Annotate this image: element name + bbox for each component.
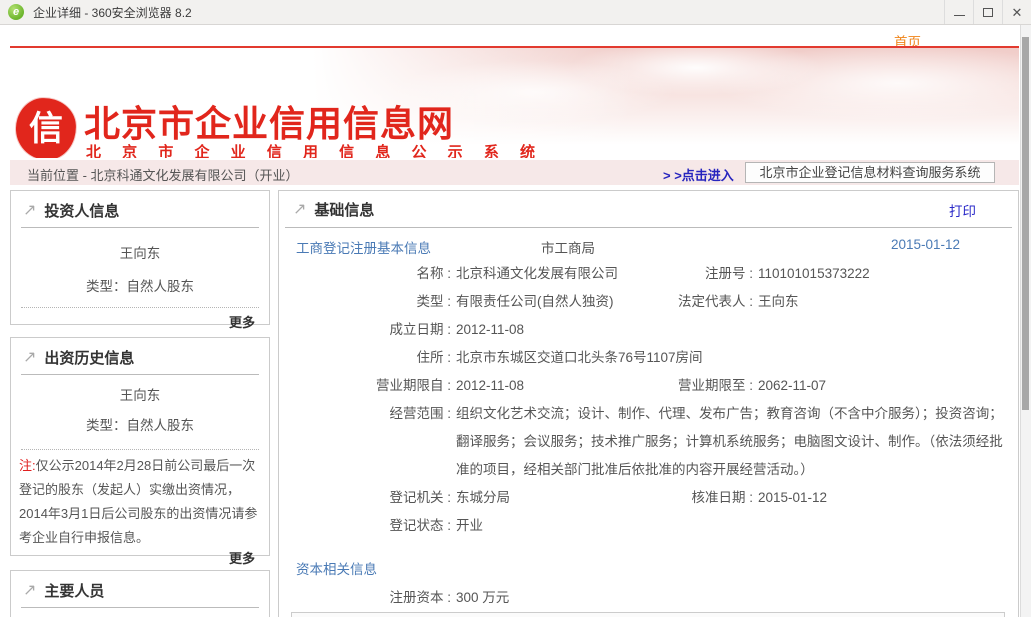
info-row-established: 成立日期 : 2012-11-08 — [291, 316, 1018, 344]
note-text: 仅公示2014年2月28日前公司最后一次登记的股东（发起人）实缴出资情况，201… — [19, 458, 257, 545]
close-button[interactable]: ✕ — [1002, 0, 1031, 24]
maximize-icon — [983, 8, 993, 17]
maximize-button[interactable] — [973, 0, 1002, 24]
personnel-panel-header: ↗ 主要人员 — [21, 571, 259, 608]
registration-date: 2015-01-12 — [891, 237, 960, 252]
minimize-button[interactable] — [944, 0, 973, 24]
info-row-name: 名称 : 北京科通文化发展有限公司 注册号 : 110101015373222 — [291, 260, 1018, 288]
field-value: 东城分局 — [456, 490, 510, 505]
field-label: 营业期限至 : — [661, 372, 753, 400]
field-label: 类型 : — [291, 288, 451, 316]
field-value: 110101015373222 — [758, 266, 870, 281]
investor-type: 类型：自然人股东 — [11, 275, 269, 295]
info-row-status: 登记状态 : 开业 — [291, 512, 1018, 540]
history-investor-type: 类型：自然人股东 — [11, 414, 269, 434]
field-label: 营业期限自 : — [291, 372, 451, 400]
contribution-history-panel: ↗ 出资历史信息 王向东 类型：自然人股东 注:仅公示2014年2月28日前公司… — [10, 337, 270, 556]
history-panel-header: ↗ 出资历史信息 — [21, 338, 259, 375]
field-value: 北京科通文化发展有限公司 — [456, 266, 618, 281]
diagonal-arrow-icon: ↗ — [23, 203, 36, 219]
registration-subheader: 工商登记注册基本信息 市工商局 2015-01-12 — [279, 237, 1018, 255]
close-icon: ✕ — [1012, 6, 1023, 19]
field-value: 组织文化艺术交流；设计、制作、代理、发布广告；教育咨询（不含中介服务）；投资咨询… — [456, 400, 1012, 484]
window-controls: ✕ — [944, 0, 1031, 24]
diagonal-arrow-icon: ↗ — [293, 202, 306, 218]
history-panel-title: 出资历史信息 — [44, 347, 134, 368]
basic-info-rows: 名称 : 北京科通文化发展有限公司 注册号 : 110101015373222 类型… — [279, 260, 1018, 540]
field-value: 300 万元 — [456, 590, 509, 605]
bureau-label: 市工商局 — [541, 237, 595, 257]
info-row-authority: 登记机关 : 东城分局 核准日期 : 2015-01-12 — [291, 484, 1018, 512]
site-title: 北京市企业信用信息网 — [84, 95, 454, 147]
breadcrumb: 当前位置 - 北京科通文化发展有限公司（开业） — [27, 165, 299, 184]
field-value: 2015-01-12 — [758, 490, 827, 505]
field-value: 2012-11-08 — [456, 378, 524, 393]
basic-info-header: ↗ 基础信息 打印 — [285, 191, 1012, 228]
vertical-scrollbar — [1020, 25, 1031, 617]
field-label: 经营范围 : — [291, 400, 451, 484]
site-header: 信 北京市企业信用信息网 北 京 市 企 业 信 用 信 息 公 示 系 统 — [10, 48, 1019, 158]
investor-info-panel: ↗ 投资人信息 王向东 类型：自然人股东 更多 — [10, 190, 270, 325]
print-link[interactable]: 打印 — [949, 200, 976, 220]
note-prefix: 注: — [19, 458, 36, 473]
scrollbar-thumb[interactable] — [1022, 37, 1029, 410]
investor-name: 王向东 — [11, 242, 269, 262]
breadcrumb-bar: 当前位置 - 北京科通文化发展有限公司（开业） > >点击进入 北京市企业登记信… — [10, 160, 1019, 185]
basic-info-panel: ↗ 基础信息 打印 工商登记注册基本信息 市工商局 2015-01-12 名称 … — [278, 190, 1019, 617]
field-label: 登记机关 : — [291, 484, 451, 512]
investor-panel-title: 投资人信息 — [44, 200, 119, 221]
seal-character: 信 — [29, 112, 63, 146]
field-label: 登记状态 : — [291, 512, 451, 540]
info-row-term: 营业期限自 : 2012-11-08 营业期限至 : 2062-11-07 — [291, 372, 1018, 400]
field-value: 王向东 — [758, 294, 799, 309]
diagonal-arrow-icon: ↗ — [23, 350, 36, 366]
minimize-icon — [954, 15, 965, 16]
personnel-row: 王向东 执行董事 — [11, 608, 269, 617]
field-value: 开业 — [456, 518, 483, 533]
capital-heading-link[interactable]: 资本相关信息 — [296, 558, 1018, 578]
history-investor-name: 王向东 — [11, 384, 269, 404]
personnel-panel-title: 主要人员 — [44, 580, 104, 601]
field-label: 名称 : — [291, 260, 451, 288]
history-more-link[interactable]: 更多 — [11, 548, 269, 567]
field-label: 注册资本 : — [291, 584, 451, 612]
info-row-registered-capital: 注册资本 : 300 万元 — [291, 584, 1018, 612]
page-content: 首页 信 北京市企业信用信息网 北 京 市 企 业 信 用 信 息 公 示 系 … — [0, 25, 1031, 617]
investor-more-link[interactable]: 更多 — [11, 308, 269, 331]
next-section-box — [291, 612, 1005, 617]
field-value: 有限责任公司(自然人独资) — [456, 294, 614, 309]
info-row-address: 住所 : 北京市东城区交道口北头条76号1107房间 — [291, 344, 1018, 372]
field-value: 2012-11-08 — [456, 322, 524, 337]
field-value: 2062-11-07 — [758, 378, 826, 393]
field-label: 住所 : — [291, 344, 451, 372]
field-label: 法定代表人 : — [661, 288, 753, 316]
registration-query-system-button[interactable]: 北京市企业登记信息材料查询服务系统 — [745, 162, 995, 183]
capital-rows: 注册资本 : 300 万元 — [279, 584, 1018, 612]
diagonal-arrow-icon: ↗ — [23, 583, 36, 599]
window-title: 企业详细 - 360安全浏览器 8.2 — [33, 4, 192, 21]
field-value: 北京市东城区交道口北头条76号1107房间 — [456, 350, 703, 365]
field-label: 核准日期 : — [661, 484, 753, 512]
browser-titlebar: e 企业详细 - 360安全浏览器 8.2 ✕ — [0, 0, 1031, 25]
info-row-business-scope: 经营范围 :组织文化艺术交流；设计、制作、代理、发布广告；教育咨询（不含中介服务… — [291, 400, 1018, 484]
site-subtitle: 北 京 市 企 业 信 用 信 息 公 示 系 统 — [86, 141, 544, 158]
field-label: 成立日期 : — [291, 316, 451, 344]
field-label: 注册号 : — [661, 260, 753, 288]
click-enter-link[interactable]: > >点击进入 — [663, 165, 734, 184]
investor-panel-header: ↗ 投资人信息 — [21, 191, 259, 228]
history-note: 注:仅公示2014年2月28日前公司最后一次登记的股东（发起人）实缴出资情况，2… — [11, 450, 269, 550]
browser-logo-glyph: e — [13, 4, 19, 20]
key-personnel-panel: ↗ 主要人员 王向东 执行董事 — [10, 570, 270, 617]
info-row-type: 类型 : 有限责任公司(自然人独资) 法定代表人 : 王向东 — [291, 288, 1018, 316]
registration-heading-link[interactable]: 工商登记注册基本信息 — [296, 237, 431, 257]
basic-info-title: 基础信息 — [314, 199, 374, 220]
browser-360-icon: e — [8, 4, 24, 20]
